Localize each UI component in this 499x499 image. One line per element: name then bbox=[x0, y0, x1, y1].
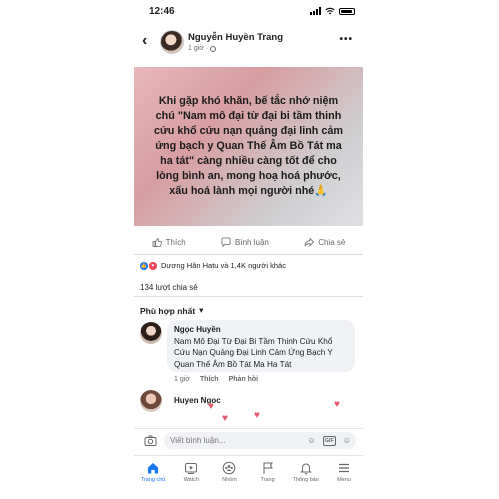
author-name[interactable]: Nguyễn Huyền Trang bbox=[188, 32, 283, 43]
like-reaction-icon: 👍 bbox=[140, 261, 148, 270]
divider bbox=[134, 296, 363, 297]
share-button[interactable]: Chia sẻ bbox=[304, 234, 345, 250]
camera-icon[interactable] bbox=[144, 434, 157, 447]
share-count[interactable]: 134 lượt chia sẻ bbox=[140, 283, 198, 292]
share-label: Chia sẻ bbox=[318, 237, 346, 247]
gif-icon[interactable]: GIF bbox=[322, 436, 336, 446]
flag-icon bbox=[263, 462, 273, 474]
tab-watch[interactable]: Watch bbox=[172, 456, 210, 499]
tab-home[interactable]: Trang chủ bbox=[134, 456, 172, 499]
post-quote-text: Khi gặp khó khăn, bế tắc nhớ niệm chú "N… bbox=[153, 95, 343, 197]
menu-icon bbox=[338, 463, 349, 473]
comment-text: Nam Mô Đại Từ Đại Bi Tầm Thinh Cứu Khổ C… bbox=[174, 337, 333, 369]
status-icons bbox=[310, 7, 355, 15]
like-button[interactable]: Thích bbox=[152, 234, 186, 250]
dot-separator: · bbox=[205, 45, 209, 52]
tab-notifications[interactable]: Thông báo bbox=[287, 456, 325, 499]
divider bbox=[134, 254, 363, 255]
comment-reply-button[interactable]: Phản hồi bbox=[229, 376, 259, 383]
reaction-text: Dương Hân Hatu và 1,4K người khác bbox=[161, 261, 286, 270]
tab-label: Nhóm bbox=[222, 477, 237, 483]
signal-icon bbox=[310, 7, 321, 15]
phone-screen: 12:46 ‹ Nguyễn Huyền Trang 1 giờ · ••• K… bbox=[134, 0, 363, 499]
heart-icon: ♥ bbox=[208, 401, 214, 412]
tab-groups[interactable]: Nhóm bbox=[210, 456, 248, 499]
commenter-name[interactable]: Ngọc Huyền bbox=[174, 325, 221, 334]
comment-composer: ☺ GIF ☺ bbox=[134, 428, 363, 453]
comment-meta: 1 giờ Thích Phản hồi bbox=[174, 376, 258, 383]
tab-label: Watch bbox=[183, 477, 199, 483]
globe-icon bbox=[210, 45, 217, 52]
love-reaction-icon: ♥ bbox=[149, 261, 157, 270]
reaction-summary[interactable]: 👍 ♥ Dương Hân Hatu và 1,4K người khác bbox=[140, 261, 286, 270]
composer-icons: ☺ GIF ☺ bbox=[307, 436, 351, 446]
comment-icon bbox=[221, 237, 231, 247]
post-header: ‹ Nguyễn Huyền Trang 1 giờ · ••• bbox=[134, 28, 363, 58]
more-options-icon[interactable]: ••• bbox=[339, 34, 353, 45]
comment-button[interactable]: Bình luận bbox=[221, 234, 269, 250]
tab-pages[interactable]: Trang bbox=[249, 456, 287, 499]
comment-filter[interactable]: Phù hợp nhất ▾ bbox=[140, 305, 203, 316]
tab-label: Menu bbox=[337, 477, 351, 483]
tab-label: Thông báo bbox=[292, 477, 319, 483]
post-time: 1 giờ · bbox=[188, 45, 217, 52]
bell-icon bbox=[300, 463, 312, 475]
comment-time: 1 giờ bbox=[174, 376, 190, 383]
home-icon bbox=[148, 463, 159, 474]
back-icon[interactable]: ‹ bbox=[142, 33, 147, 49]
like-label: Thích bbox=[165, 237, 186, 247]
groups-icon bbox=[223, 461, 236, 475]
watch-icon bbox=[185, 463, 198, 474]
post-quote-card: Khi gặp khó khăn, bế tắc nhớ niệm chú "N… bbox=[134, 67, 363, 226]
thumbs-up-icon bbox=[152, 238, 162, 247]
post-time-text: 1 giờ bbox=[188, 45, 204, 52]
heart-icon: ♥ bbox=[222, 413, 228, 424]
comment-label: Bình luận bbox=[235, 237, 269, 247]
author-avatar[interactable] bbox=[160, 30, 184, 54]
emoji-icon[interactable]: ☺ bbox=[307, 437, 315, 445]
post-actions: Thích Bình luận Chia sẻ bbox=[134, 234, 363, 250]
share-icon bbox=[304, 237, 315, 247]
heart-icon: ♥ bbox=[334, 399, 340, 410]
bottom-tab-bar: Trang chủ Watch Nhóm Trang Thông báo Men… bbox=[134, 455, 363, 499]
commenter-avatar[interactable] bbox=[140, 390, 162, 412]
comment-filter-label: Phù hợp nhất bbox=[140, 305, 196, 316]
heart-icon: ♥ bbox=[254, 410, 260, 421]
status-time: 12:46 bbox=[149, 6, 175, 17]
sticker-icon[interactable]: ☺ bbox=[343, 437, 351, 445]
chevron-down-icon: ▾ bbox=[199, 305, 204, 315]
tab-label: Trang chủ bbox=[140, 477, 166, 483]
tab-label: Trang bbox=[260, 477, 275, 483]
comment-like-button[interactable]: Thích bbox=[200, 376, 219, 383]
commenter-avatar[interactable] bbox=[140, 322, 162, 344]
tab-menu[interactable]: Menu bbox=[325, 456, 363, 499]
battery-icon bbox=[339, 7, 355, 15]
status-bar: 12:46 bbox=[134, 0, 363, 24]
wifi-icon bbox=[325, 7, 335, 15]
